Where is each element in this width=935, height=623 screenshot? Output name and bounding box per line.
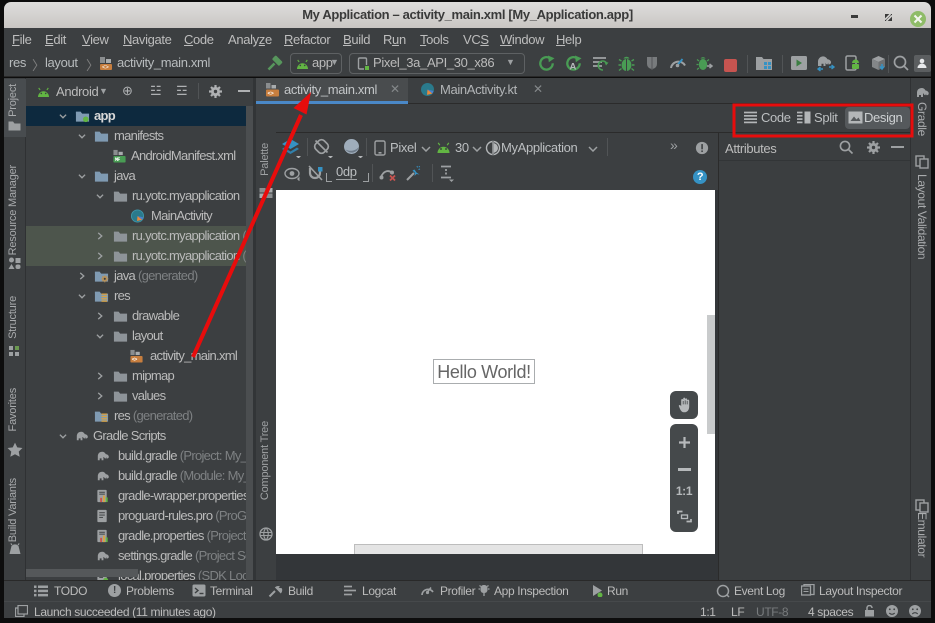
svg-text:MF: MF [115, 157, 120, 163]
svg-text:<>: <> [132, 357, 137, 363]
svg-text:A: A [570, 62, 577, 73]
svg-text:<>: <> [102, 64, 109, 70]
